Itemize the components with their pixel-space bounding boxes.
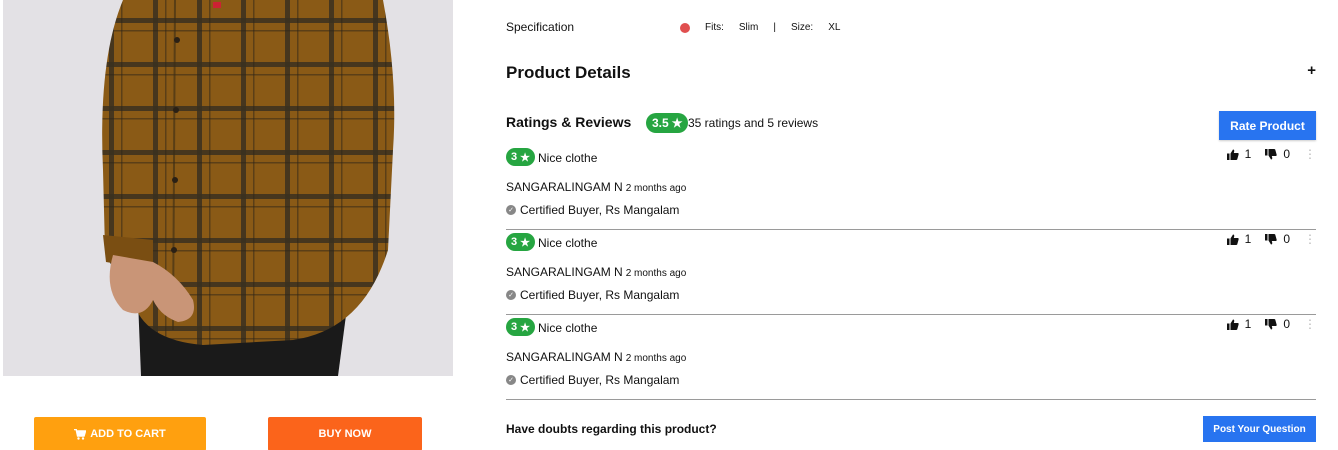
thumbs-down-icon xyxy=(1265,148,1278,159)
certified-buyer-line: ✓ Certified Buyer, Rs Mangalam xyxy=(506,203,679,217)
specification-row: Specification Fits: Slim | Size: XL xyxy=(506,20,1318,38)
color-swatch xyxy=(680,22,690,33)
specification-label: Specification xyxy=(506,20,575,34)
post-question-button[interactable]: Post Your Question xyxy=(1203,416,1316,442)
check-circle-icon: ✓ xyxy=(506,375,516,385)
star-icon: ★ xyxy=(520,236,530,249)
review-rating-badge: 3 ★ xyxy=(506,233,535,251)
questions-row: Have doubts regarding this product? Post… xyxy=(506,416,1318,442)
certified-buyer-text: Certified Buyer, Rs Mangalam xyxy=(520,373,680,387)
review-author-line: SANGARALINGAM N2 months ago xyxy=(506,180,686,194)
review-author: SANGARALINGAM N xyxy=(506,180,623,194)
review-votes: 1 0 ⋮ xyxy=(1226,232,1316,246)
overall-rating-value: 3.5 xyxy=(652,116,669,130)
fits-value: Slim xyxy=(738,22,759,33)
dislike-count: 0 xyxy=(1283,232,1290,246)
plus-icon[interactable]: + xyxy=(1307,62,1316,79)
specification-values: Fits: Slim | Size: XL xyxy=(680,22,855,33)
more-options-icon[interactable]: ⋮ xyxy=(1304,148,1316,160)
check-circle-icon: ✓ xyxy=(506,290,516,300)
dislike-button[interactable]: 0 xyxy=(1265,147,1290,161)
product-gallery: ADD TO CART BUY NOW xyxy=(0,0,470,450)
review-time: 2 months ago xyxy=(625,183,687,194)
review-votes: 1 0 ⋮ xyxy=(1226,147,1316,161)
review-author-line: SANGARALINGAM N2 months ago xyxy=(506,350,686,364)
dislike-count: 0 xyxy=(1283,147,1290,161)
review-item: 3 ★ Nice clothe 1 0 ⋮ SANGARALINGAM N 2 … xyxy=(506,315,1316,400)
certified-buyer-line: ✓ Certified Buyer, Rs Mangalam xyxy=(506,373,679,387)
overall-rating-badge: 3.5 ★ xyxy=(646,113,689,133)
certified-buyer-text: Certified Buyer, Rs Mangalam xyxy=(520,203,680,217)
like-button[interactable]: 1 xyxy=(1226,232,1252,246)
thumbs-up-icon xyxy=(1226,319,1239,330)
add-to-cart-button[interactable]: ADD TO CART xyxy=(34,417,206,450)
like-button[interactable]: 1 xyxy=(1226,317,1252,331)
like-count: 1 xyxy=(1244,232,1252,246)
review-item: 3 ★ Nice clothe 1 0 ⋮ SANGARALINGAM N 2 … xyxy=(506,145,1316,230)
rate-product-button[interactable]: Rate Product xyxy=(1219,111,1316,140)
more-options-icon[interactable]: ⋮ xyxy=(1304,233,1316,245)
size-label: Size: xyxy=(790,22,814,33)
ratings-summary: 35 ratings and 5 reviews xyxy=(688,116,819,130)
review-title: Nice clothe xyxy=(538,151,598,165)
dislike-button[interactable]: 0 xyxy=(1265,232,1290,246)
dislike-button[interactable]: 0 xyxy=(1265,317,1290,331)
product-details-title: Product Details xyxy=(506,63,631,82)
certified-buyer-line: ✓ Certified Buyer, Rs Mangalam xyxy=(506,288,679,302)
thumbs-down-icon xyxy=(1265,233,1278,244)
thumbs-up-icon xyxy=(1226,234,1239,245)
product-details-section[interactable]: Product Details + xyxy=(506,62,1318,86)
thumbs-up-icon xyxy=(1226,149,1239,160)
review-rating-value: 3 xyxy=(511,151,518,163)
product-info: Specification Fits: Slim | Size: XL Prod… xyxy=(506,0,1318,450)
like-count: 1 xyxy=(1244,317,1252,331)
like-button[interactable]: 1 xyxy=(1226,147,1252,161)
certified-buyer-text: Certified Buyer, Rs Mangalam xyxy=(520,288,680,302)
like-count: 1 xyxy=(1244,147,1252,161)
shirt-photo-illustration xyxy=(3,0,453,376)
questions-prompt: Have doubts regarding this product? xyxy=(506,422,717,436)
buy-now-button[interactable]: BUY NOW xyxy=(268,417,422,450)
review-votes: 1 0 ⋮ xyxy=(1226,317,1316,331)
review-item: 3 ★ Nice clothe 1 0 ⋮ SANGARALINGAM N 2 … xyxy=(506,230,1316,315)
review-rating-badge: 3 ★ xyxy=(506,318,535,336)
review-rating-value: 3 xyxy=(511,321,518,333)
thumbs-down-icon xyxy=(1265,318,1278,329)
review-title: Nice clothe xyxy=(538,321,598,335)
fits-label: Fits: xyxy=(705,22,724,33)
star-icon: ★ xyxy=(520,151,530,164)
cart-icon xyxy=(74,428,87,440)
more-options-icon[interactable]: ⋮ xyxy=(1304,318,1316,330)
review-time: 2 months ago xyxy=(625,353,687,364)
review-author-line: SANGARALINGAM N2 months ago xyxy=(506,265,686,279)
size-value: XL xyxy=(828,22,841,33)
star-icon: ★ xyxy=(520,321,530,334)
add-to-cart-label: ADD TO CART xyxy=(90,428,166,440)
dislike-count: 0 xyxy=(1283,317,1290,331)
review-rating-badge: 3 ★ xyxy=(506,148,535,166)
check-circle-icon: ✓ xyxy=(506,205,516,215)
review-title: Nice clothe xyxy=(538,236,598,250)
ratings-header: Ratings & Reviews 3.5 ★ 35 ratings and 5… xyxy=(506,110,1318,142)
buy-now-label: BUY NOW xyxy=(318,428,372,440)
review-time: 2 months ago xyxy=(625,268,687,279)
product-image[interactable] xyxy=(3,0,453,376)
review-author: SANGARALINGAM N xyxy=(506,350,623,364)
ratings-title: Ratings & Reviews xyxy=(506,114,632,130)
review-rating-value: 3 xyxy=(511,236,518,248)
spec-separator: | xyxy=(773,22,776,33)
star-icon: ★ xyxy=(671,116,683,130)
review-author: SANGARALINGAM N xyxy=(506,265,623,279)
